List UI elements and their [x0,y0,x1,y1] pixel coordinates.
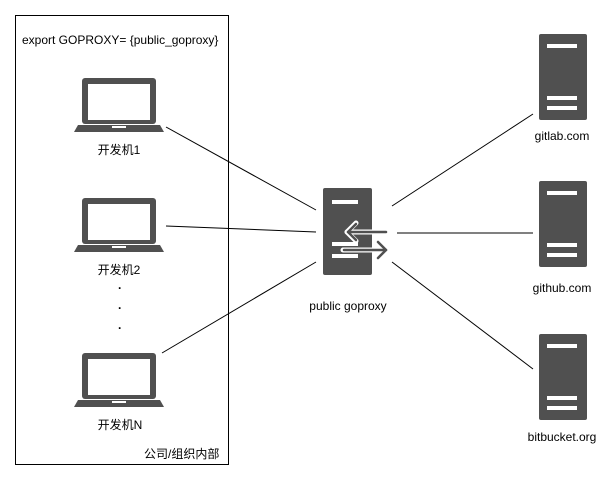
connector-proxy-gitlab [391,113,534,207]
upstream-github-label: github.com [532,281,592,295]
connector-dev1-proxy [165,126,317,211]
proxy-label: public goproxy [309,299,387,313]
ellipsis-dots: · · · [118,281,122,335]
server-icon [539,181,587,267]
dev-machine-n-label: 开发机N [97,418,143,432]
diagram-canvas: export GOPROXY= {public_goproxy} 开发机1 开发… [0,0,608,481]
laptop-icon [74,353,164,407]
connector-devN-proxy [161,261,317,354]
laptop-icon [74,198,164,252]
upstream-bitbucket-label: bitbucket.org [527,430,597,444]
connector-proxy-bitbucket [391,261,534,370]
diagram-graphics [15,15,587,465]
org-boundary-caption: 公司/组织内部 [144,447,220,461]
server-icon [539,334,587,420]
upstream-gitlab-label: gitlab.com [534,129,590,143]
connector-dev2-proxy [165,225,317,233]
dev-machine-1-label: 开发机1 [97,143,141,157]
server-icon [539,34,587,120]
dev-machine-2-label: 开发机2 [97,263,141,277]
proxy-server-icon [323,188,390,275]
goproxy-env-label: export GOPROXY= {public_goproxy} [22,33,219,47]
laptop-icon [74,78,164,132]
